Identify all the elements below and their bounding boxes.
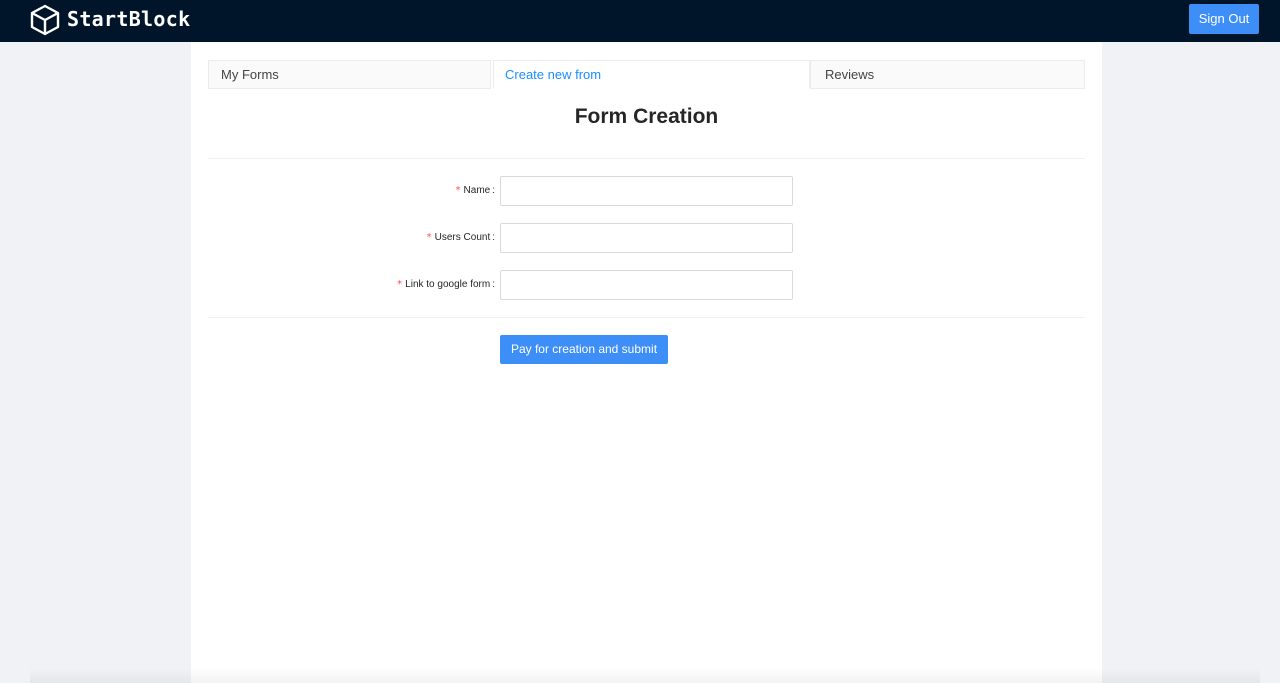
users-count-label-text: Users Count (434, 232, 491, 243)
label-colon: : (492, 185, 495, 196)
users-count-label: * Users Count: (427, 231, 495, 245)
label-colon: : (492, 279, 495, 290)
tab-my-forms[interactable]: My Forms (208, 60, 491, 89)
name-label-text: Name (463, 185, 491, 196)
required-mark: * (455, 185, 461, 196)
divider (208, 317, 1085, 318)
label-colon: : (492, 232, 495, 243)
tab-create-new-form[interactable]: Create new from (493, 60, 810, 89)
required-mark: * (426, 232, 432, 243)
page-title: Form Creation (574, 105, 719, 128)
google-form-link-label: * Link to google form: (397, 278, 495, 292)
name-label: * Name: (456, 184, 495, 198)
divider (208, 158, 1085, 159)
brand-name: StartBlock (67, 7, 191, 31)
google-form-link-label-text: Link to google form (405, 279, 491, 290)
tab-reviews[interactable]: Reviews (810, 60, 1085, 89)
name-input[interactable] (500, 176, 793, 206)
users-count-input[interactable] (500, 223, 793, 253)
cube-icon (30, 4, 60, 36)
main-content: My Forms Create new from Reviews Form Cr… (191, 42, 1102, 683)
top-navbar: StartBlock Sign Out (0, 0, 1280, 42)
pay-and-submit-button[interactable]: Pay for creation and submit (500, 335, 668, 364)
required-mark: * (397, 279, 403, 290)
sign-out-button[interactable]: Sign Out (1189, 4, 1259, 34)
google-form-link-input[interactable] (500, 270, 793, 300)
